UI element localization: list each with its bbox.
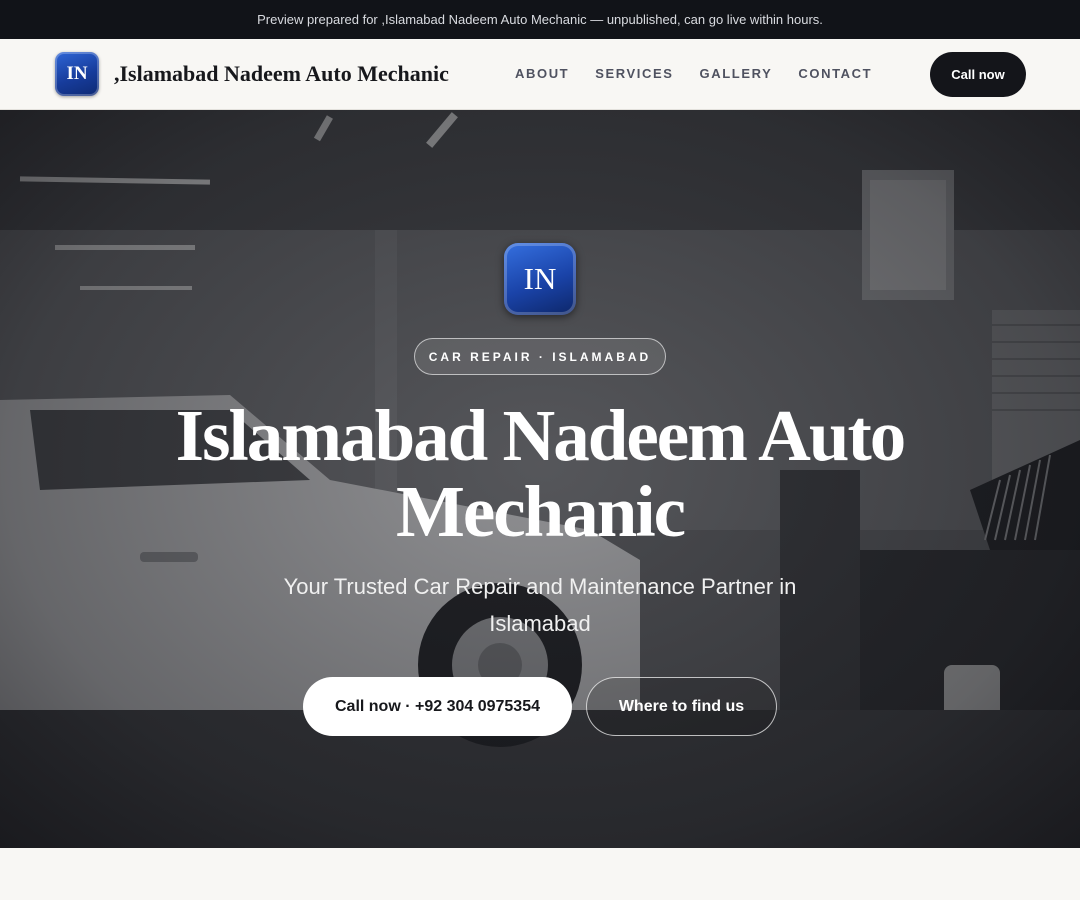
- nav-link-services[interactable]: SERVICES: [595, 66, 673, 81]
- nav-link-contact[interactable]: CONTACT: [798, 66, 872, 81]
- brand-logo[interactable]: IN: [55, 52, 99, 96]
- hero-category-badge: CAR REPAIR · ISLAMABAD: [414, 338, 666, 375]
- hero-logo-text: IN: [523, 261, 557, 296]
- hero-location-button[interactable]: Where to find us: [586, 677, 777, 736]
- hero-call-button[interactable]: Call now · +92 304 0975354: [303, 677, 572, 736]
- hero-section: IN CAR REPAIR · ISLAMABAD Islamabad Nade…: [0, 110, 1080, 848]
- hero-subtitle: Your Trusted Car Repair and Maintenance …: [283, 574, 797, 636]
- brand-logo-text: IN: [66, 63, 88, 84]
- hero-title: Islamabad Nadeem Auto Mechanic: [175, 395, 907, 552]
- hero-logo: IN: [504, 243, 576, 315]
- nav-call-button[interactable]: Call now: [930, 52, 1026, 97]
- preview-banner: Preview prepared for ,Islamabad Nadeem A…: [0, 0, 1080, 39]
- nav-links: ABOUT SERVICES GALLERY CONTACT: [515, 66, 872, 81]
- nav-link-about[interactable]: ABOUT: [515, 66, 569, 81]
- preview-banner-text: Preview prepared for ,Islamabad Nadeem A…: [257, 12, 823, 27]
- nav-link-gallery[interactable]: GALLERY: [700, 66, 773, 81]
- top-navbar: IN ,Islamabad Nadeem Auto Mechanic ABOUT…: [0, 39, 1080, 110]
- brand-name[interactable]: ,Islamabad Nadeem Auto Mechanic: [114, 61, 449, 87]
